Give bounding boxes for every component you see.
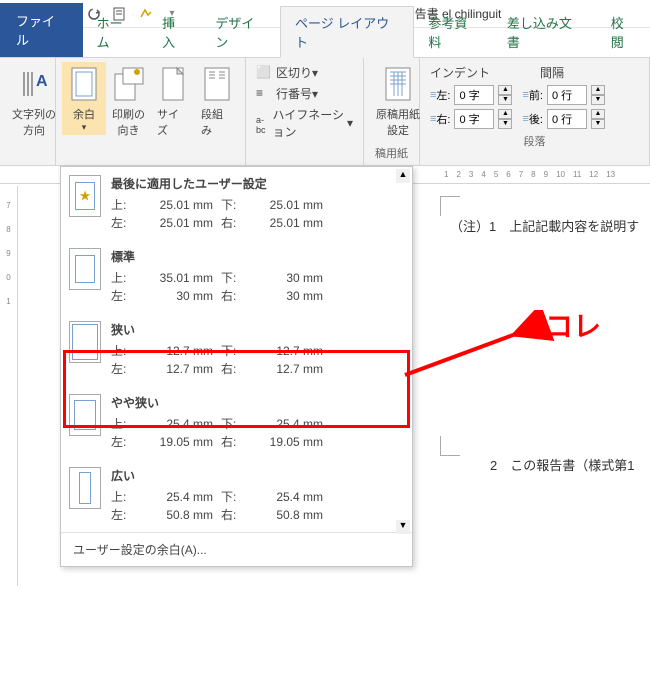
size-button[interactable]: サイズ <box>151 62 195 140</box>
spinner-up[interactable]: ▲ <box>591 85 605 95</box>
spinner-up[interactable]: ▲ <box>498 109 512 119</box>
tab-references[interactable]: 参考資料 <box>414 7 493 57</box>
custom-margins-button[interactable]: ユーザー設定の余白(A)... <box>61 532 412 566</box>
tab-layout[interactable]: ページ レイアウト <box>280 6 414 58</box>
margin-preset-0[interactable]: ★最後に適用したユーザー設定 上:25.01 mm下:25.01 mm 左:25… <box>61 167 412 240</box>
spinner-up[interactable]: ▲ <box>498 85 512 95</box>
scroll-up[interactable]: ▲ <box>396 169 410 183</box>
margin-preset-2[interactable]: 狭い 上:12.7 mm下:12.7 mm 左:12.7 mm右:12.7 mm <box>61 313 412 386</box>
indent-left-input[interactable] <box>454 85 494 105</box>
spinner-down[interactable]: ▼ <box>498 119 512 129</box>
vertical-ruler: 7 8 9 0 1 <box>0 186 18 586</box>
tab-design[interactable]: デザイン <box>201 7 280 57</box>
orientation-button[interactable]: 印刷の 向き <box>106 62 151 140</box>
manuscript-button[interactable]: 原稿用紙 設定 <box>370 62 426 140</box>
paragraph-group-label: 段落 <box>426 131 643 149</box>
tab-insert[interactable]: 挿入 <box>148 7 201 57</box>
spacing-before-input[interactable] <box>547 85 587 105</box>
manuscript-group-label: 稿用紙 <box>370 143 413 161</box>
hyphenation-button[interactable]: a-bcハイフネーション ▾ <box>252 104 357 142</box>
columns-button[interactable]: 段組み <box>195 62 239 140</box>
breaks-button[interactable]: ⬜区切り ▾ <box>252 62 357 83</box>
tab-mailings[interactable]: 差し込み文書 <box>493 7 597 57</box>
line-numbers-button[interactable]: ≡行番号 ▾ <box>252 83 357 104</box>
spinner-down[interactable]: ▼ <box>591 95 605 105</box>
tab-file[interactable]: ファイル <box>0 3 83 57</box>
scroll-down[interactable]: ▼ <box>396 520 410 534</box>
spinner-down[interactable]: ▼ <box>591 119 605 129</box>
indent-right-input[interactable] <box>454 109 494 129</box>
spinner-down[interactable]: ▼ <box>498 95 512 105</box>
margins-dropdown: ▲ ★最後に適用したユーザー設定 上:25.01 mm下:25.01 mm 左:… <box>60 166 413 567</box>
doc-item2: 2 この報告書（様式第1 <box>490 455 650 474</box>
margins-button[interactable]: 余白 ▾ <box>62 62 106 135</box>
tab-review[interactable]: 校閲 <box>597 7 650 57</box>
margin-preset-1[interactable]: 標準 上:35.01 mm下:30 mm 左:30 mm右:30 mm <box>61 240 412 313</box>
margin-preset-4[interactable]: 広い 上:25.4 mm下:25.4 mm 左:50.8 mm右:50.8 mm <box>61 459 412 532</box>
margin-preset-3[interactable]: やや狭い 上:25.4 mm下:25.4 mm 左:19.05 mm右:19.0… <box>61 386 412 459</box>
spinner-up[interactable]: ▲ <box>591 109 605 119</box>
svg-text:A: A <box>36 73 48 90</box>
spacing-label: 間隔 <box>540 64 564 81</box>
doc-note: （注）1 上記記載内容を説明す <box>450 216 650 235</box>
indent-label: インデント <box>430 64 540 81</box>
spacing-after-input[interactable] <box>547 109 587 129</box>
text-direction-button[interactable]: A 文字列の 方向 <box>6 62 62 140</box>
annotation-arrow <box>390 310 560 400</box>
tab-home[interactable]: ホーム <box>83 7 149 57</box>
